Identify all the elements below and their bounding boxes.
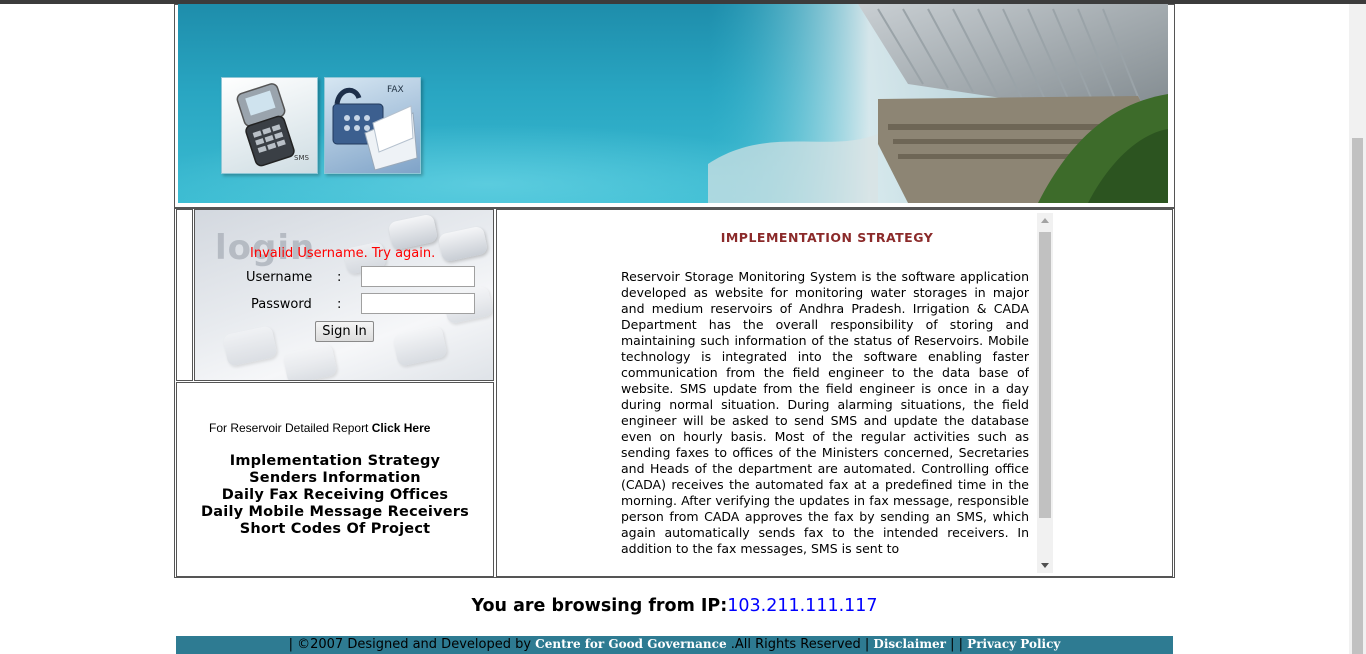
- page-scroll-thumb[interactable]: [1352, 138, 1363, 654]
- login-error-message: Invalid Username. Try again.: [250, 246, 436, 261]
- ip-address: 103.211.111.117: [727, 596, 878, 616]
- footer-rights: .All Rights Reserved: [726, 637, 865, 652]
- page-scrollbar[interactable]: [1349, 4, 1366, 654]
- username-input[interactable]: [361, 266, 475, 287]
- footer-separator: |: [288, 637, 298, 652]
- footer-privacy-policy-link[interactable]: Privacy Policy: [967, 637, 1060, 651]
- nav-links: Implementation Strategy Senders Informat…: [177, 453, 493, 538]
- scroll-down-icon[interactable]: [1041, 563, 1049, 568]
- ip-info: You are browsing from IP:103.211.111.117: [0, 596, 1349, 616]
- header-banner: SMS FAX: [178, 4, 1168, 203]
- password-label: Password: [251, 297, 312, 312]
- mobile-phone-icon: SMS: [236, 83, 309, 167]
- fax-icon: FAX: [332, 85, 418, 171]
- spacer-cell: [176, 209, 193, 381]
- footer-separator: | |: [946, 637, 968, 652]
- ip-label: You are browsing from IP:: [471, 596, 728, 616]
- content-title: IMPLEMENTATION STRATEGY: [720, 230, 934, 245]
- footer: | ©2007 Designed and Developed by Centre…: [176, 636, 1173, 654]
- scroll-thumb[interactable]: [1039, 232, 1051, 518]
- username-label: Username: [246, 270, 313, 285]
- dam-photo: [708, 4, 1168, 203]
- nav-link-short-codes-of-project[interactable]: Short Codes Of Project: [177, 521, 493, 538]
- password-input[interactable]: [361, 293, 475, 314]
- report-text: For Reservoir Detailed Report: [209, 421, 369, 435]
- footer-org-link[interactable]: Centre for Good Governance: [535, 637, 726, 651]
- report-line: For Reservoir Detailed Report Click Here: [209, 421, 430, 435]
- scroll-up-icon[interactable]: [1041, 218, 1049, 223]
- login-panel: login Invalid Username. Try again. Usern…: [194, 209, 494, 381]
- sign-in-button[interactable]: Sign In: [315, 321, 374, 342]
- svg-text:FAX: FAX: [387, 85, 404, 95]
- footer-copyright: ©2007 Designed and Developed by: [297, 637, 536, 652]
- footer-disclaimer-link[interactable]: Disclaimer: [873, 637, 946, 651]
- nav-link-senders-information[interactable]: Senders Information: [177, 470, 493, 487]
- content-scrollbar[interactable]: [1037, 213, 1053, 573]
- sms-phone-image: SMS: [221, 77, 318, 174]
- password-colon: :: [337, 297, 342, 312]
- content-body: Reservoir Storage Monitoring System is t…: [621, 269, 1029, 556]
- nav-link-implementation-strategy[interactable]: Implementation Strategy: [177, 453, 493, 470]
- nav-link-daily-mobile-message-receivers[interactable]: Daily Mobile Message Receivers: [177, 504, 493, 521]
- content-panel: IMPLEMENTATION STRATEGY Reservoir Storag…: [496, 209, 1173, 577]
- svg-text:SMS: SMS: [294, 154, 309, 162]
- navigation-panel: For Reservoir Detailed Report Click Here…: [176, 382, 494, 577]
- fax-machine-image: FAX: [324, 77, 421, 174]
- nav-link-daily-fax-receiving-offices[interactable]: Daily Fax Receiving Offices: [177, 487, 493, 504]
- report-click-here-link[interactable]: Click Here: [372, 421, 431, 435]
- username-colon: :: [337, 270, 342, 285]
